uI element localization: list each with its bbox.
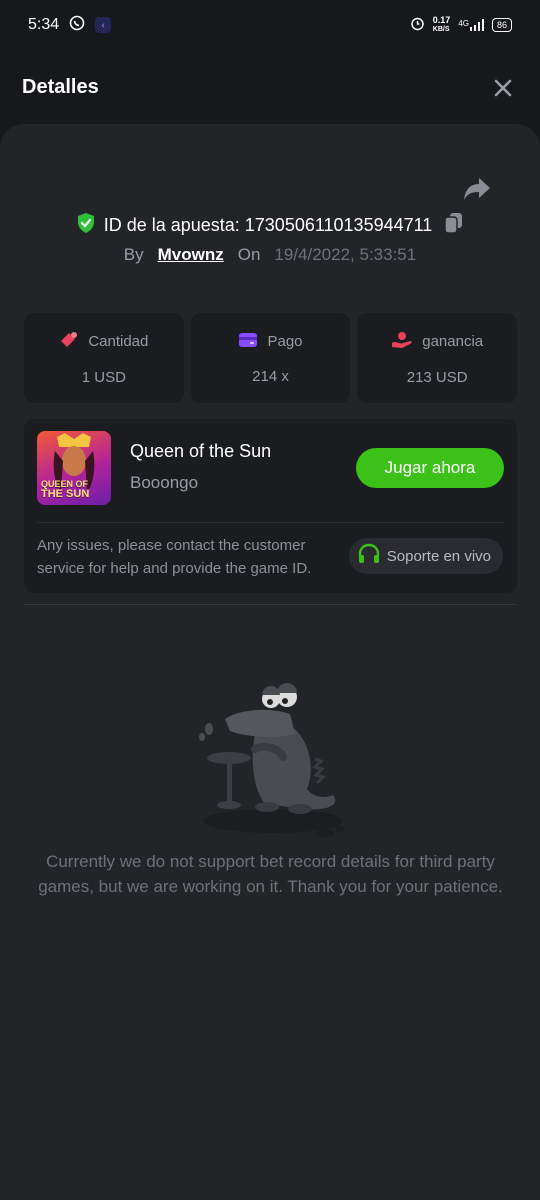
- close-button[interactable]: [490, 75, 516, 101]
- page-title: Detalles: [22, 76, 99, 98]
- stats-row: Cantidad 1 USD Pago 214 x ganancia 213 U…: [24, 313, 518, 403]
- game-thumbnail[interactable]: QUEEN OF THE SUN: [37, 431, 111, 505]
- bet-meta-row: By Mvownz On 19/4/2022, 5:33:51: [0, 245, 540, 265]
- stat-head: ganancia: [391, 331, 483, 353]
- header: Detalles: [0, 50, 540, 125]
- username-link[interactable]: Mvownz: [158, 245, 224, 265]
- divider: [37, 522, 504, 523]
- headset-icon: [357, 543, 381, 569]
- battery-level: 86: [496, 20, 507, 30]
- copy-icon: [444, 213, 463, 234]
- game-card: QUEEN OF THE SUN Queen of the Sun Booong…: [24, 419, 517, 593]
- network-speed: 0.17 KB/S: [433, 16, 451, 34]
- network-speed-unit: KB/S: [432, 26, 450, 33]
- bet-id-row: ID de la apuesta: 1730506110135944711: [0, 212, 540, 239]
- stat-card-payout: Pago 214 x: [190, 313, 351, 403]
- crocodile-illustration: [195, 679, 350, 844]
- status-right: 0.17 KB/S 4G 86: [410, 16, 512, 34]
- share-icon: [464, 178, 490, 200]
- stat-card-amount: Cantidad 1 USD: [24, 313, 184, 403]
- share-button[interactable]: [462, 176, 492, 202]
- thumbnail-title: QUEEN OF THE SUN: [41, 479, 90, 500]
- whatsapp-icon: [69, 15, 85, 36]
- alarm-icon: [410, 16, 425, 34]
- stat-head: Cantidad: [59, 331, 148, 353]
- support-text: Any issues, please contact the customer …: [37, 537, 312, 577]
- shield-check-icon: [76, 212, 96, 239]
- coins-icon: [59, 331, 79, 353]
- stat-value: 213 USD: [406, 368, 468, 386]
- game-name[interactable]: Queen of the Sun: [130, 441, 271, 462]
- details-sheet: ID de la apuesta: 1730506110135944711 By…: [0, 124, 540, 1200]
- play-now-button[interactable]: Jugar ahora: [356, 448, 504, 488]
- empty-state-message: Currently we do not support bet record d…: [38, 852, 503, 896]
- stat-value: 214 x: [252, 367, 289, 385]
- stat-head: Pago: [238, 332, 303, 352]
- stat-card-profit: ganancia 213 USD: [357, 313, 518, 403]
- app-notification-icon: ‹: [95, 17, 112, 33]
- stat-label: ganancia: [422, 333, 484, 350]
- by-label: By: [123, 245, 144, 264]
- stat-value: 1 USD: [81, 368, 126, 386]
- battery-icon: 86: [491, 18, 512, 32]
- stat-label: Pago: [267, 333, 303, 350]
- bet-date: 19/4/2022, 5:33:51: [274, 245, 417, 264]
- stat-label: Cantidad: [88, 333, 149, 350]
- network-type: 4G: [458, 19, 469, 28]
- live-support-button[interactable]: Soporte en vivo: [348, 538, 503, 574]
- divider: [24, 604, 517, 605]
- status-time: 5:34: [28, 16, 60, 33]
- wallet-icon: [238, 332, 258, 352]
- thumbnail-title-line2: THE SUN: [41, 488, 90, 500]
- status-left: 5:34 ‹: [28, 15, 112, 36]
- live-support-label: Soporte en vivo: [386, 547, 491, 565]
- signal-icon: 4G: [458, 19, 484, 31]
- network-speed-value: 0.17: [432, 15, 451, 25]
- game-provider: Booongo: [130, 473, 199, 492]
- profit-icon: [391, 331, 413, 353]
- status-bar: 5:34 ‹ 0.17 KB/S 4G 86: [0, 0, 540, 50]
- close-icon: [494, 79, 512, 96]
- copy-button[interactable]: [444, 212, 464, 239]
- bet-id: ID de la apuesta: 1730506110135944711: [103, 215, 433, 235]
- on-label: On: [237, 245, 261, 264]
